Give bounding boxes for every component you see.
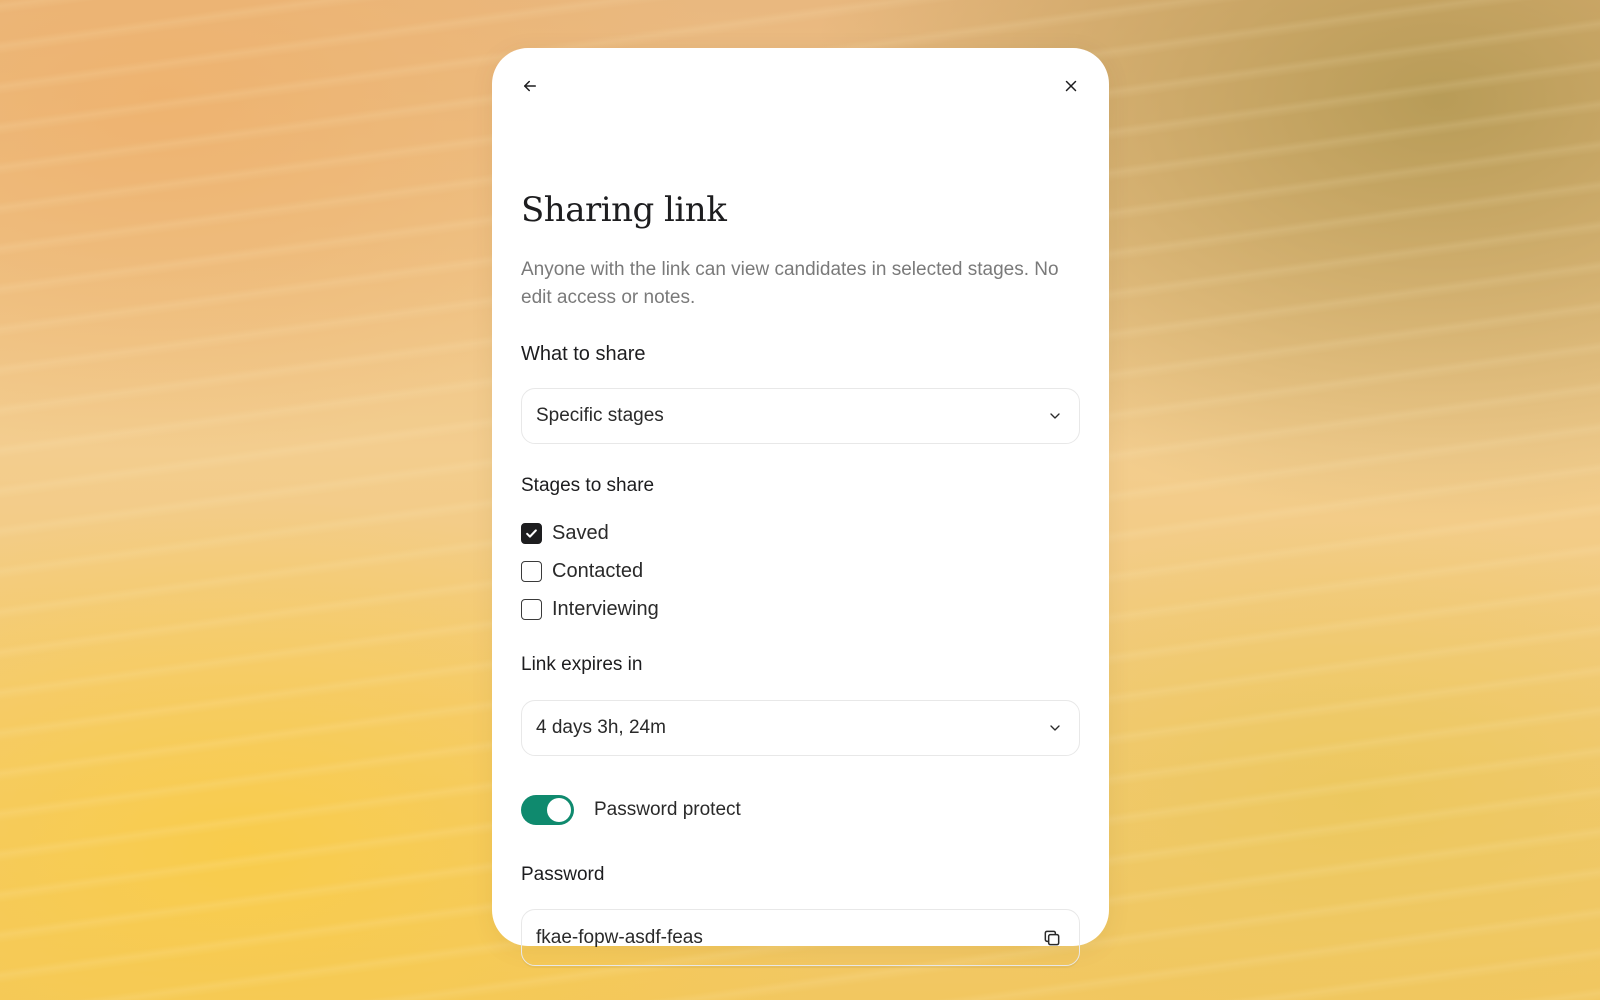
checkbox[interactable] — [521, 598, 542, 620]
stage-checkbox-contacted[interactable]: Contacted — [521, 558, 643, 584]
copy-password-button[interactable] — [1039, 925, 1065, 951]
toggle-knob — [547, 798, 571, 822]
chevron-down-icon — [1050, 413, 1060, 419]
stage-label: Saved — [552, 521, 609, 544]
close-icon — [1065, 80, 1077, 92]
dialog-title: Sharing link — [521, 190, 727, 230]
stage-checkbox-interviewing[interactable]: Interviewing — [521, 596, 659, 622]
password-protect-row: Password protect — [521, 795, 741, 825]
checkbox[interactable] — [521, 560, 542, 582]
link-expires-value: 4 days 3h, 24m — [536, 717, 666, 738]
checkmark-icon — [526, 528, 537, 538]
stage-label: Contacted — [552, 559, 644, 582]
password-protect-label: Password protect — [594, 799, 741, 820]
sharing-link-dialog: Sharing link Anyone with the link can vi… — [492, 48, 1109, 966]
copy-icon — [1044, 930, 1060, 945]
stage-checkbox-saved[interactable]: Saved — [521, 520, 609, 546]
close-button[interactable] — [1055, 70, 1087, 102]
password-field[interactable]: fkae-fopw-asdf-feas — [521, 909, 1080, 966]
checkbox[interactable] — [521, 522, 542, 544]
what-to-share-value: Specific stages — [536, 405, 664, 426]
password-protect-toggle[interactable] — [521, 795, 574, 825]
what-to-share-label: What to share — [521, 343, 646, 365]
back-button[interactable] — [514, 70, 546, 102]
what-to-share-select[interactable]: Specific stages — [521, 388, 1080, 444]
stages-to-share-label: Stages to share — [521, 475, 655, 496]
link-expires-select[interactable]: 4 days 3h, 24m — [521, 700, 1080, 756]
password-label: Password — [521, 864, 605, 885]
link-expires-label: Link expires in — [521, 654, 643, 675]
dialog-description: Anyone with the link can view candidates… — [521, 259, 1059, 308]
stage-label: Interviewing — [552, 597, 659, 620]
chevron-down-icon — [1050, 725, 1060, 731]
password-value: fkae-fopw-asdf-feas — [536, 926, 703, 948]
arrow-left-icon — [524, 80, 536, 92]
